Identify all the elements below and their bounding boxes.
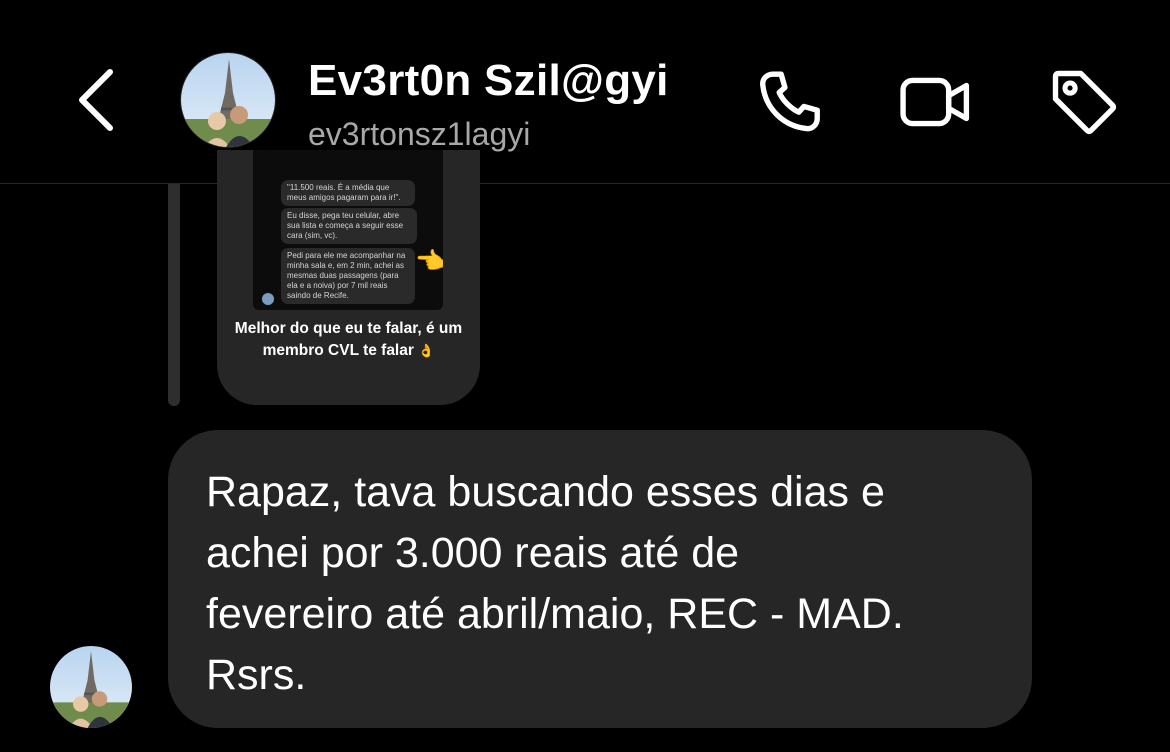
audio-call-button[interactable]: [752, 64, 828, 140]
back-button[interactable]: [66, 62, 130, 138]
shared-post-screenshot: "11.500 reais. É a média que meus amigos…: [253, 150, 443, 310]
shared-post-preview[interactable]: "11.500 reais. É a média que meus amigos…: [217, 150, 480, 405]
sender-avatar[interactable]: [50, 646, 132, 728]
tag-icon: [1052, 70, 1117, 135]
contact-avatar[interactable]: [180, 52, 276, 148]
shared-post-avatar: [261, 292, 275, 306]
phone-icon: [760, 71, 820, 132]
chevron-left-icon: [79, 69, 113, 131]
contact-name[interactable]: Ev3rt0n Szil@gyi: [308, 56, 669, 106]
shared-post-bubble: Eu disse, pega teu celular, abre sua lis…: [281, 208, 417, 244]
shared-post-bubble: Pedi para ele me acompanhar na minha sal…: [281, 248, 415, 304]
pointing-hand-emoji: 👈: [415, 248, 443, 275]
ok-hand-emoji: 👌: [418, 343, 435, 358]
shared-post-bubble: "11.500 reais. É a média que meus amigos…: [281, 180, 415, 206]
reply-thread-line: [168, 184, 180, 406]
tag-button[interactable]: [1046, 64, 1122, 140]
chat-screen: Ev3rt0n Szil@gyi ev3rtonsz1lagyi "11.500…: [0, 0, 1170, 752]
shared-post-caption: Melhor do que eu te falar, é um membro C…: [227, 318, 470, 362]
message-bubble[interactable]: Rapaz, tava buscando esses dias e achei …: [168, 430, 1032, 728]
video-camera-icon: [900, 77, 970, 127]
video-call-button[interactable]: [898, 64, 974, 140]
chat-header: Ev3rt0n Szil@gyi ev3rtonsz1lagyi: [0, 0, 1170, 184]
message-text: Rapaz, tava buscando esses dias e achei …: [206, 468, 904, 699]
contact-handle[interactable]: ev3rtonsz1lagyi: [308, 116, 530, 153]
